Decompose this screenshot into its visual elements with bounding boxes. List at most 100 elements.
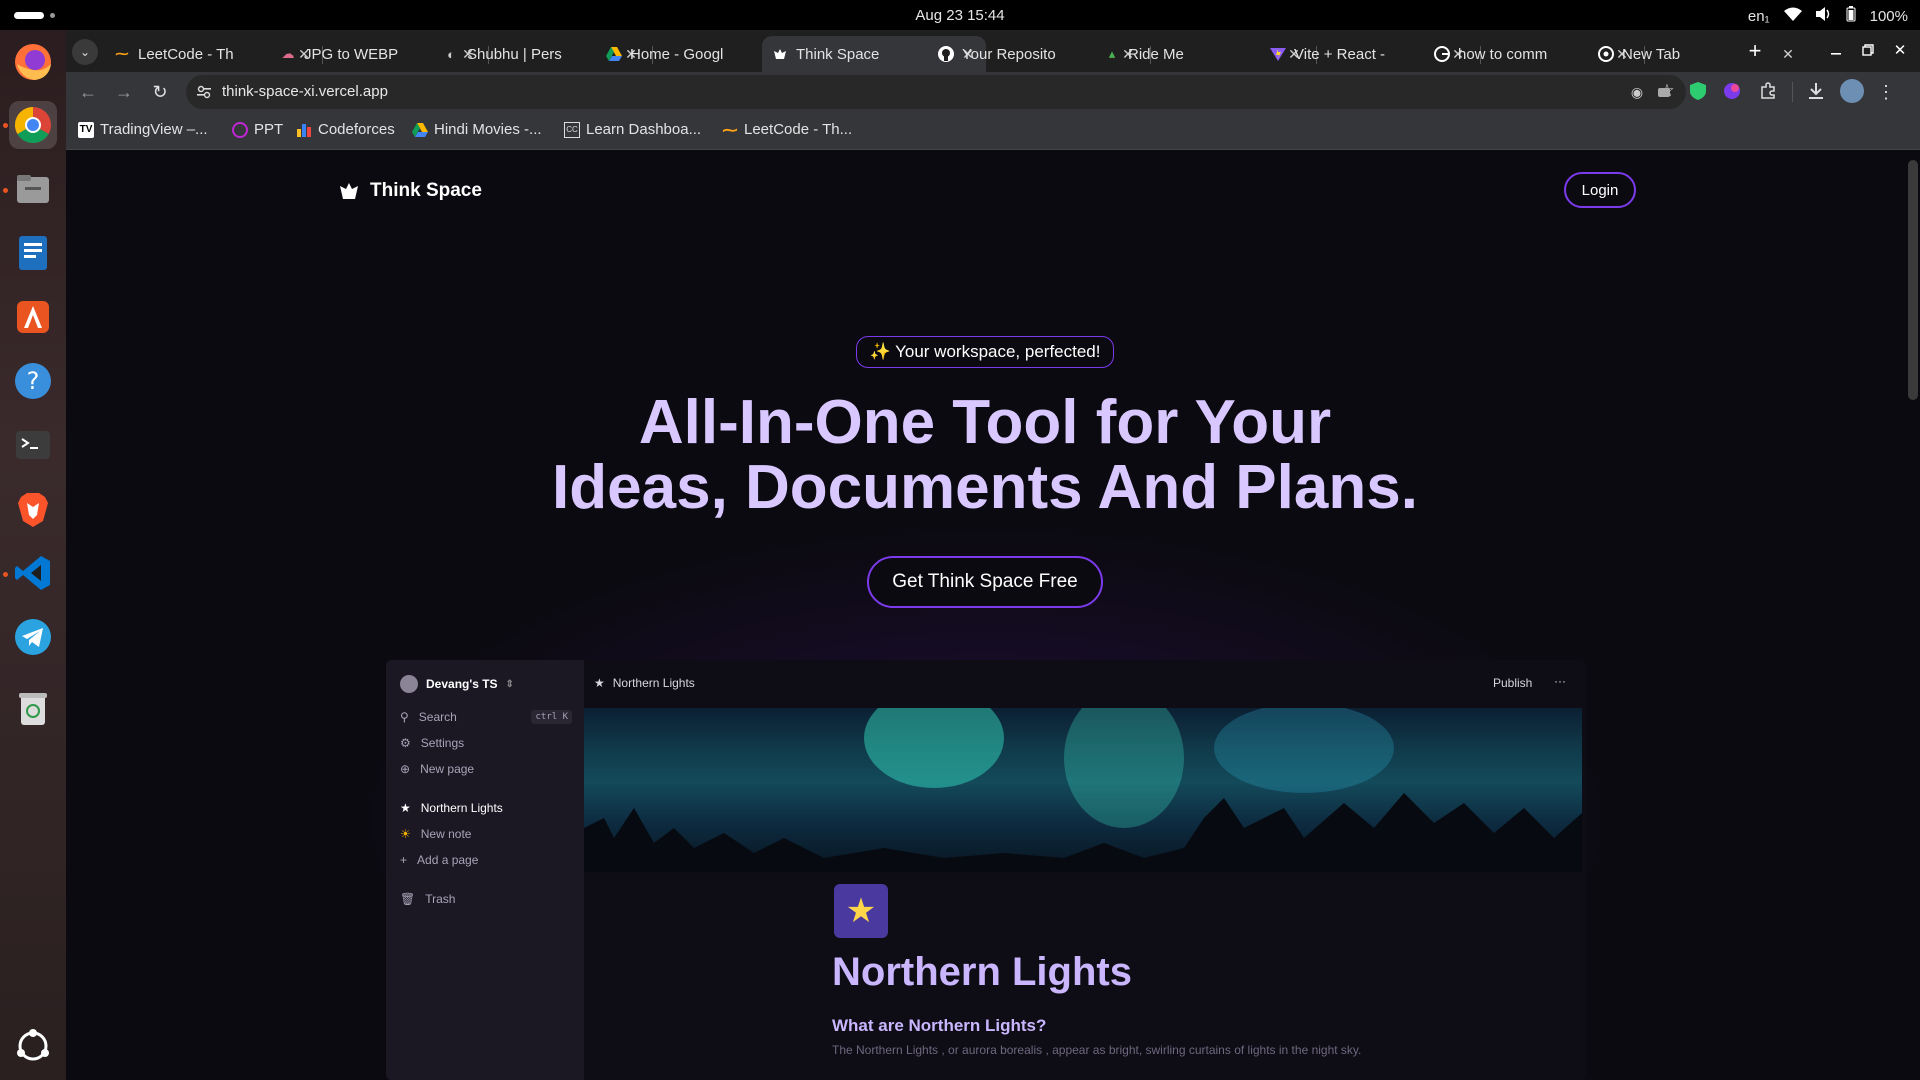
plus-icon: + [400, 853, 408, 867]
restore-icon[interactable] [1858, 40, 1878, 60]
minimize-icon[interactable] [1826, 40, 1846, 60]
extensions-puzzle-icon[interactable] [1758, 81, 1778, 101]
more-options-icon[interactable]: ··· [1554, 674, 1566, 688]
toolbar-divider [1792, 82, 1793, 102]
sidebar-new-page[interactable]: ⊕ New page [400, 762, 474, 776]
workspace-switcher[interactable]: Devang's TS ⇕ [400, 675, 514, 693]
sidebar-new-page-label: New page [420, 762, 475, 776]
bookmark-label: LeetCode - Th... [744, 121, 853, 138]
extension-icon[interactable] [1654, 82, 1674, 102]
preview-header: ★ Northern Lights Publish ··· [584, 660, 1586, 708]
battery-percent: 100% [1869, 7, 1908, 25]
workspace-name: Devang's TS [426, 677, 498, 691]
get-started-button[interactable]: Get Think Space Free [867, 556, 1103, 608]
drive-icon [412, 122, 428, 138]
sidebar-search[interactable]: ⚲ Search ctrl K [400, 710, 572, 724]
battery-icon [1846, 6, 1856, 26]
tradingview-icon: TV [78, 121, 94, 138]
page-emoji-icon[interactable]: ★ [834, 884, 888, 938]
cloud-icon: ☁ [281, 46, 295, 61]
bookmark-leetcode[interactable]: ⁓ LeetCode - Th... [722, 121, 853, 139]
doc-title[interactable]: Northern Lights [832, 950, 1132, 995]
gradient-extension-icon[interactable] [1722, 81, 1742, 101]
sidebar-trash[interactable]: 🗑 Trash [400, 892, 455, 906]
sidebar-search-label: Search [418, 710, 457, 724]
login-button[interactable]: Login [1564, 172, 1636, 208]
wifi-icon [1783, 7, 1802, 25]
tagline-badge: ✨ Your workspace, perfected! [856, 336, 1114, 368]
language-indicator[interactable]: en₁ [1748, 8, 1770, 25]
tab-search-chevron-icon[interactable]: ⌄ [72, 39, 98, 65]
profile-avatar[interactable] [1840, 79, 1864, 103]
site-logo[interactable]: Think Space [338, 180, 482, 202]
address-bar[interactable]: think-space-xi.vercel.app ◉ ☆ [186, 75, 1686, 109]
vscode-icon[interactable] [9, 549, 57, 597]
reload-icon[interactable]: ↻ [148, 80, 172, 104]
close-window-icon[interactable]: ✕ [1890, 40, 1910, 60]
eye-off-icon[interactable]: ◉ [1628, 83, 1646, 101]
close-icon[interactable]: ✕ [1780, 46, 1796, 63]
tab-new-tab[interactable]: New Tab ✕ [1588, 36, 1806, 72]
cc-icon: CC [564, 121, 580, 138]
trash-icon[interactable] [9, 685, 57, 733]
shooting-star-icon: ★ [594, 676, 605, 690]
browser-window: ⌄ ⁓ LeetCode - Th ✕ ☁ JPG to WEBP ✕ ◐ Sh… [66, 30, 1920, 1080]
sidebar-page-label: Northern Lights [420, 801, 503, 815]
bookmark-hindi-movies[interactable]: Hindi Movies -... [412, 121, 542, 138]
doc-paragraph: The Northern Lights , or aurora borealis… [832, 1043, 1362, 1057]
browser-toolbar: ← → ↻ think-space-xi.vercel.app ◉ ☆ ⋮ [66, 72, 1920, 112]
github-icon [938, 46, 954, 62]
running-indicator [3, 572, 8, 577]
telegram-icon[interactable] [9, 613, 57, 661]
ride-icon: ▴ [1108, 46, 1116, 61]
breadcrumb[interactable]: ★ Northern Lights [594, 676, 695, 690]
hero-line-1: All-In-One Tool for Your [638, 388, 1332, 457]
web-page: Think Space Login ✨ Your workspace, perf… [66, 150, 1920, 1080]
brave-icon[interactable] [9, 485, 57, 533]
system-clock[interactable]: Aug 23 15:44 [0, 7, 1920, 24]
help-icon[interactable]: ? [9, 357, 57, 405]
tab-title: Vite + React - [1294, 45, 1386, 63]
app-center-icon[interactable] [9, 293, 57, 341]
plus-circle-icon: ⊕ [400, 762, 411, 776]
volume-icon [1815, 7, 1832, 25]
writer-icon[interactable] [9, 229, 57, 277]
publish-button[interactable]: Publish [1493, 676, 1532, 690]
sidebar-page-new-note[interactable]: ☀ New note [400, 827, 471, 841]
show-apps-icon[interactable] [9, 1022, 57, 1070]
chevron-updown-icon: ⇕ [505, 678, 514, 690]
tab-strip: ⌄ ⁓ LeetCode - Th ✕ ☁ JPG to WEBP ✕ ◐ Sh… [66, 30, 1920, 72]
bookmark-tradingview[interactable]: TV TradingView –... [78, 121, 208, 138]
leetcode-icon: ⁓ [722, 121, 738, 139]
sidebar-settings[interactable]: ⚙ Settings [400, 736, 464, 750]
bookmark-learn-dashboard[interactable]: CC Learn Dashboa... [564, 121, 701, 138]
forward-arrow-icon[interactable]: → [112, 80, 136, 104]
system-tray[interactable]: en₁ 100% [1748, 6, 1908, 26]
kebab-menu-icon[interactable]: ⋮ [1876, 80, 1896, 104]
codeforces-icon [296, 122, 312, 138]
new-tab-plus-icon[interactable]: + [1742, 38, 1768, 64]
leetcode-icon: ⁓ [115, 46, 129, 61]
download-icon[interactable] [1806, 81, 1826, 101]
bookmark-codeforces[interactable]: Codeforces [296, 121, 395, 138]
firefox-icon[interactable] [9, 38, 57, 86]
logo-text: Think Space [370, 180, 482, 201]
sidebar-page-northern-lights[interactable]: ★ Northern Lights [400, 801, 503, 815]
back-arrow-icon[interactable]: ← [76, 80, 100, 104]
gear-icon: ⚙ [400, 736, 411, 750]
site-info-icon[interactable] [196, 84, 212, 100]
think-space-logo-icon [338, 180, 360, 202]
running-indicator [3, 123, 8, 128]
terminal-icon[interactable] [9, 421, 57, 469]
chrome-icon[interactable] [9, 101, 57, 149]
system-top-bar: Aug 23 15:44 en₁ 100% [0, 0, 1920, 30]
shield-extension-icon[interactable] [1688, 81, 1708, 101]
sidebar-add-page[interactable]: + Add a page [400, 853, 478, 867]
url-text[interactable]: think-space-xi.vercel.app [222, 83, 388, 100]
files-icon[interactable] [9, 165, 57, 213]
sidebar-page-label: New note [420, 827, 472, 841]
breadcrumb-label: Northern Lights [612, 676, 695, 690]
hero-heading: All-In-One Tool for Your Ideas, Document… [66, 390, 1904, 520]
bookmark-ppt[interactable]: PPT [232, 121, 283, 138]
page-scrollbar-thumb[interactable] [1908, 160, 1918, 400]
